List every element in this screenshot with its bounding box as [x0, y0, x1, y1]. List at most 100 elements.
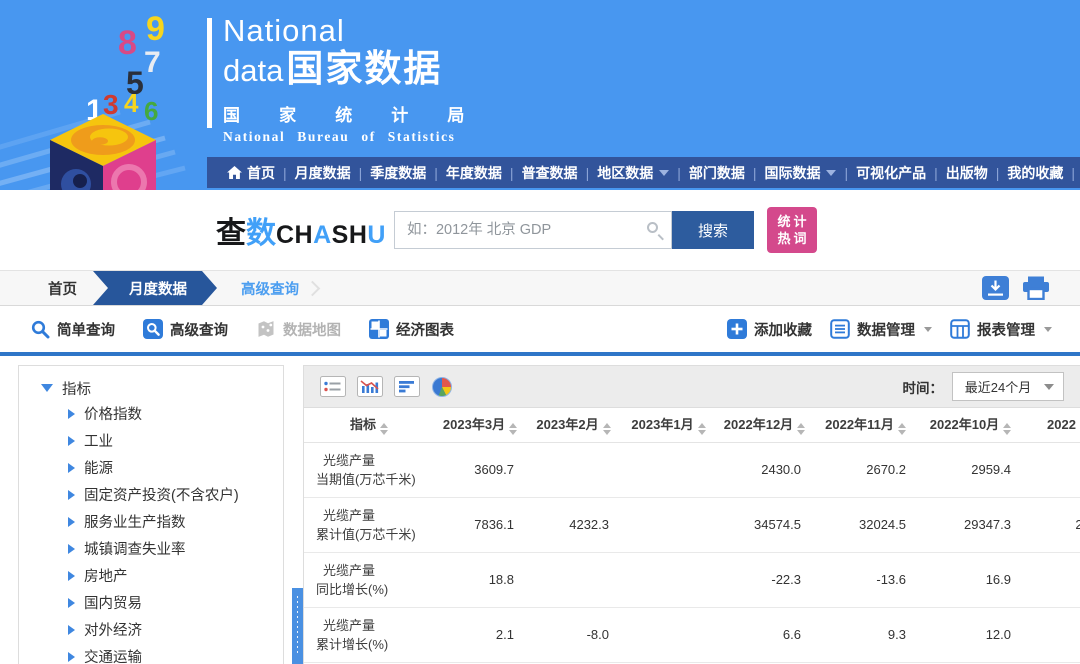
column-header-5[interactable]: 2022年10月 [918, 408, 1023, 443]
sort-icon[interactable] [602, 423, 611, 436]
indicator-cell: 光缆产量 累计值(万芯千米) [304, 497, 434, 553]
nav-item-4[interactable]: 普查数据 [514, 163, 586, 183]
add-favorite-button[interactable]: 添加收藏 [727, 319, 812, 340]
indicator-name: 光缆产量 [323, 507, 376, 523]
column-header-0[interactable]: 2023年3月 [434, 408, 526, 443]
nav-item-9[interactable]: 出版物 [938, 163, 996, 183]
sidebar-item-8[interactable]: 对外经济 [68, 616, 283, 643]
column-header-label: 指标 [349, 417, 376, 433]
value-cell-r2c3: -22.3 [716, 552, 813, 608]
sidebar-item-9[interactable]: 交通运输 [68, 643, 283, 664]
chashu-logo-segment: 数 [246, 217, 276, 250]
sidebar-root-indicator[interactable]: 指标 [41, 376, 283, 400]
sidebar-item-7[interactable]: 国内贸易 [68, 589, 283, 616]
indicator-name: 光缆产量 [323, 562, 376, 578]
value-cell-r2c5: 16.9 [918, 552, 1023, 608]
column-header-2[interactable]: 2023年1月 [621, 408, 716, 443]
value-cell-r1c5: 29347.3 [918, 497, 1023, 553]
sidebar-item-1[interactable]: 工业 [68, 427, 283, 454]
content-area: 指标 价格指数 工业 能源 固定资产投资(不含农户) 服务业生产指数 城镇调查失业率 房地产国… [0, 356, 1080, 664]
value-cell-r2c6 [1023, 552, 1080, 608]
triangle-down-icon [41, 384, 53, 392]
search-input[interactable] [394, 212, 671, 248]
simple-query-button[interactable]: 简单查询 [30, 319, 115, 340]
sidebar-splitter[interactable] [292, 588, 303, 664]
column-header-label: 2023年1月 [631, 417, 694, 433]
economy-chart-button[interactable]: 经济图表 [369, 319, 454, 340]
report-manage-icon [950, 319, 970, 339]
print-button[interactable] [1022, 276, 1050, 300]
column-header-1[interactable]: 2023年2月 [526, 408, 621, 443]
nav-item-6[interactable]: 部门数据 [681, 163, 753, 183]
time-label: 时间： [902, 380, 944, 396]
bar-chart-view-button[interactable] [357, 376, 383, 397]
sort-icon[interactable] [797, 423, 806, 436]
report-manage-button[interactable]: 报表管理 [950, 319, 1052, 340]
chashu-logo: 查数 CH A SH U [216, 208, 386, 252]
sidebar-item-5[interactable]: 城镇调查失业率 [68, 535, 283, 562]
breadcrumb-advanced-query-link[interactable]: 高级查询 [217, 271, 309, 305]
data-table-panel: 时间： 最近24个月 指标 2023年3月 2023年2月 2023年1月 2022年1… [303, 365, 1080, 664]
column-header-label: 2022 [1047, 417, 1076, 433]
table-row: 光缆产量 累计值(万芯千米) 7836.1 4232.3 34574.5 32024.5 2… [304, 497, 1080, 553]
value-cell-r2c4: -13.6 [813, 552, 918, 608]
triangle-right-icon [68, 435, 75, 446]
time-filter: 时间： 最近24个月 [902, 372, 1064, 401]
sidebar-root-label: 指标 [62, 381, 91, 398]
indicator-detail: 同比增长(%) [316, 581, 389, 597]
breadcrumb-monthly-data-tab[interactable]: 月度数据 [93, 271, 217, 305]
sidebar-item-2[interactable]: 能源 [68, 454, 283, 481]
nav-item-0[interactable]: 首页 [219, 163, 283, 183]
nav-item-1[interactable]: 月度数据 [287, 163, 359, 183]
nav-item-11[interactable]: 帮助 [1075, 163, 1080, 183]
list-view-button[interactable] [320, 376, 346, 397]
logo-number: 8 [118, 24, 137, 62]
nav-item-2[interactable]: 季度数据 [362, 163, 434, 183]
value-cell-r0c2 [621, 442, 716, 498]
data-manage-button[interactable]: 数据管理 [830, 319, 932, 340]
pie-view-button[interactable] [431, 376, 453, 398]
search-button[interactable]: 搜索 [671, 211, 754, 249]
logo-cn-name: 国家统计局 [223, 106, 504, 125]
data-map-button[interactable]: 数据地图 [256, 319, 341, 340]
chashu-logo-segment: 查 [216, 217, 246, 250]
view-switcher [320, 376, 453, 398]
data-manage-label: 数据管理 [857, 322, 915, 339]
download-button[interactable] [982, 276, 1009, 300]
sidebar-item-6[interactable]: 房地产 [68, 562, 283, 589]
economy-chart-label: 经济图表 [396, 322, 454, 339]
hot-words-badge[interactable]: 统计 热词 [766, 207, 817, 253]
sidebar-item-label: 服务业生产指数 [84, 515, 186, 531]
nav-item-7[interactable]: 国际数据 [756, 163, 844, 183]
value-cell-r0c3: 2430.0 [716, 442, 813, 498]
column-header-3[interactable]: 2022年12月 [716, 408, 813, 443]
add-favorite-label: 添加收藏 [754, 322, 812, 339]
sidebar-item-4[interactable]: 服务业生产指数 [68, 508, 283, 535]
sidebar-item-0[interactable]: 价格指数 [68, 400, 283, 427]
breadcrumb: 首页 月度数据 高级查询 [0, 271, 321, 305]
sidebar-item-label: 房地产 [84, 569, 128, 585]
sort-icon[interactable] [697, 423, 706, 436]
sidebar-item-3[interactable]: 固定资产投资(不含农户) [68, 481, 283, 508]
sort-icon[interactable] [380, 423, 388, 436]
value-cell-r3c4: 9.3 [813, 607, 918, 663]
time-range-select[interactable]: 最近24个月 [952, 372, 1064, 401]
column-header-indicator[interactable]: 指标 [304, 408, 434, 443]
nav-item-5[interactable]: 地区数据 [589, 163, 677, 183]
sort-icon[interactable] [897, 423, 906, 436]
advanced-query-button[interactable]: 高级查询 [143, 319, 228, 340]
breadcrumb-home-tab[interactable]: 首页 [18, 271, 107, 305]
chevron-down-icon [1044, 384, 1054, 390]
nav-item-3[interactable]: 年度数据 [438, 163, 510, 183]
nav-item-10[interactable]: 我的收藏 [999, 163, 1071, 183]
chevron-down-icon [924, 326, 932, 332]
nav-item-label: 季度数据 [370, 164, 427, 181]
column-header-4[interactable]: 2022年11月 [813, 408, 918, 443]
chashu-logo-segment: SH [331, 221, 368, 249]
actions-left-group: 简单查询 高级查询 数据地图 经济图表 [30, 319, 454, 340]
h-bar-view-button[interactable] [394, 376, 420, 397]
sort-icon[interactable] [1003, 423, 1012, 436]
nav-item-8[interactable]: 可视化产品 [848, 163, 934, 183]
sort-icon[interactable] [509, 423, 518, 436]
column-header-6[interactable]: 2022 [1023, 408, 1080, 443]
